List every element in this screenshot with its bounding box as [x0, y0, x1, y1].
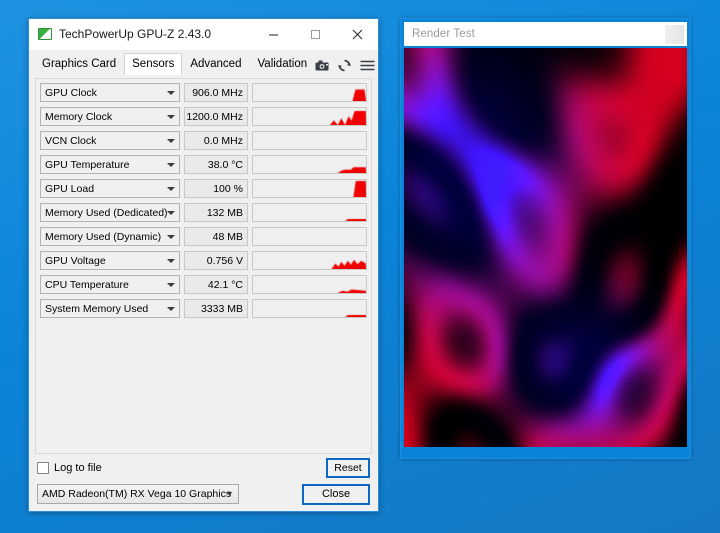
chevron-down-icon [167, 234, 175, 239]
tab-sensors[interactable]: Sensors [124, 53, 183, 75]
sensor-row: CPU Temperature 42.1 °C [40, 275, 367, 294]
sensor-name-label: VCN Clock [45, 134, 97, 147]
sensor-value: 132 MB [184, 203, 248, 222]
chevron-down-icon [167, 306, 175, 311]
chevron-down-icon [167, 258, 175, 263]
close-button[interactable]: Close [302, 483, 370, 505]
log-to-file-label: Log to file [54, 462, 102, 474]
reset-button[interactable]: Reset [326, 458, 370, 478]
sensor-value: 42.1 °C [184, 275, 248, 294]
tab-validation[interactable]: Validation [249, 53, 315, 75]
log-to-file-checkbox[interactable] [37, 462, 49, 474]
sensor-graph [252, 251, 367, 270]
sensor-row: GPU Load 100 % [40, 179, 367, 198]
sensor-value: 1200.0 MHz [184, 107, 248, 126]
desktop-background: Render Test TechPowerUp GPU-Z 2.43.0 Gra… [0, 0, 720, 533]
chevron-down-icon [167, 210, 175, 215]
gpuz-titlebar[interactable]: TechPowerUp GPU-Z 2.43.0 [29, 19, 378, 50]
close-icon[interactable] [336, 20, 378, 49]
render-test-title: Render Test [412, 28, 475, 40]
sensor-value: 3333 MB [184, 299, 248, 318]
sensor-graph [252, 275, 367, 294]
sensor-value: 0.756 V [184, 251, 248, 270]
sensor-graph [252, 179, 367, 198]
sensor-graph [252, 299, 367, 318]
sensor-list: GPU Clock 906.0 MHz Memory Clock 1200.0 MHz… [36, 79, 371, 318]
sensor-name-dropdown[interactable]: Memory Used (Dedicated) [40, 203, 180, 222]
gpuz-bottom-row: AMD Radeon(TM) RX Vega 10 Graphics ▾ Clo… [37, 483, 370, 505]
sensor-name-dropdown[interactable]: GPU Voltage [40, 251, 180, 270]
tab-graphics-card[interactable]: Graphics Card [34, 53, 124, 75]
minimize-icon[interactable] [252, 20, 294, 49]
sensor-value: 38.0 °C [184, 155, 248, 174]
render-test-window[interactable]: Render Test [400, 18, 691, 459]
sensor-row: Memory Clock 1200.0 MHz [40, 107, 367, 126]
camera-icon[interactable] [315, 60, 329, 71]
render-test-close-button[interactable] [665, 24, 684, 44]
sensor-name-label: CPU Temperature [45, 278, 129, 291]
sensor-name-dropdown[interactable]: CPU Temperature [40, 275, 180, 294]
plasma-render-canvas [404, 48, 687, 447]
render-test-titlebar[interactable]: Render Test [404, 22, 687, 46]
sensor-graph [252, 155, 367, 174]
sensor-row: Memory Used (Dedicated) 132 MB [40, 203, 367, 222]
menu-icon[interactable] [360, 60, 375, 71]
sensor-row: GPU Voltage 0.756 V [40, 251, 367, 270]
chevron-down-icon [167, 186, 175, 191]
sensor-name-dropdown[interactable]: Memory Clock [40, 107, 180, 126]
sensor-name-dropdown[interactable]: VCN Clock [40, 131, 180, 150]
chevron-down-icon [167, 162, 175, 167]
sensor-value: 48 MB [184, 227, 248, 246]
sensor-graph [252, 107, 367, 126]
maximize-icon[interactable] [294, 20, 336, 49]
tab-advanced[interactable]: Advanced [182, 53, 249, 75]
sensor-name-dropdown[interactable]: System Memory Used [40, 299, 180, 318]
sensor-name-dropdown[interactable]: Memory Used (Dynamic) [40, 227, 180, 246]
sensor-name-label: System Memory Used [45, 302, 149, 315]
gpu-selector-value: AMD Radeon(TM) RX Vega 10 Graphics [42, 488, 232, 500]
sensor-value: 906.0 MHz [184, 83, 248, 102]
sensor-name-label: Memory Clock [45, 110, 113, 123]
sensor-value: 0.0 MHz [184, 131, 248, 150]
sensor-panel: GPU Clock 906.0 MHz Memory Clock 1200.0 MHz… [35, 78, 372, 454]
sensor-name-label: Memory Used (Dedicated) [45, 206, 168, 219]
chevron-down-icon [167, 138, 175, 143]
sensor-graph [252, 131, 367, 150]
log-to-file-row: Log to file Reset [37, 457, 370, 479]
sensor-graph [252, 203, 367, 222]
sensor-name-dropdown[interactable]: GPU Clock [40, 83, 180, 102]
sensor-name-label: GPU Load [45, 182, 95, 195]
sensor-name-dropdown[interactable]: GPU Temperature [40, 155, 180, 174]
sensor-row: Memory Used (Dynamic) 48 MB [40, 227, 367, 246]
chevron-down-icon: ▾ [227, 488, 232, 499]
sensor-row: GPU Temperature 38.0 °C [40, 155, 367, 174]
sensor-value: 100 % [184, 179, 248, 198]
gpuz-logo-icon [38, 28, 52, 40]
gpuz-window[interactable]: TechPowerUp GPU-Z 2.43.0 Graphics Card S… [28, 18, 379, 512]
chevron-down-icon [167, 282, 175, 287]
sensor-row: GPU Clock 906.0 MHz [40, 83, 367, 102]
gpu-selector-dropdown[interactable]: AMD Radeon(TM) RX Vega 10 Graphics ▾ [37, 484, 239, 504]
sensor-name-label: GPU Temperature [45, 158, 130, 171]
sensor-row: VCN Clock 0.0 MHz [40, 131, 367, 150]
gpuz-tabstrip[interactable]: Graphics Card Sensors Advanced Validatio… [29, 50, 378, 75]
sensor-row: System Memory Used 3333 MB [40, 299, 367, 318]
chevron-down-icon [167, 114, 175, 119]
sensor-name-label: GPU Voltage [45, 254, 106, 267]
chevron-down-icon [167, 90, 175, 95]
sensor-name-label: GPU Clock [45, 86, 97, 99]
gpuz-window-title: TechPowerUp GPU-Z 2.43.0 [59, 27, 212, 41]
sensor-graph [252, 83, 367, 102]
sensor-name-dropdown[interactable]: GPU Load [40, 179, 180, 198]
refresh-icon[interactable] [338, 59, 352, 72]
sensor-name-label: Memory Used (Dynamic) [45, 230, 162, 243]
sensor-graph [252, 227, 367, 246]
